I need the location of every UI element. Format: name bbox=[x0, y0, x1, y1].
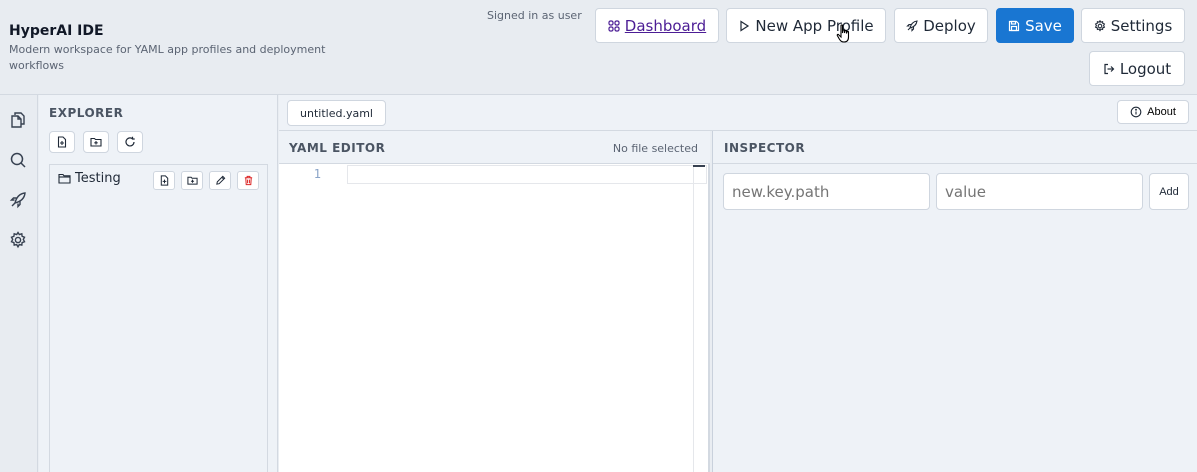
folder-icon bbox=[58, 173, 71, 184]
refresh-icon bbox=[125, 136, 135, 147]
deploy-button[interactable]: Deploy bbox=[894, 8, 988, 43]
about-label: About bbox=[1147, 106, 1176, 118]
row-rename-button[interactable] bbox=[209, 171, 231, 190]
inspector-header: INSPECTOR bbox=[713, 131, 1197, 164]
app-header: HyperAI IDE Modern workspace for YAML ap… bbox=[0, 0, 1197, 95]
tree-item-label: Testing bbox=[75, 171, 121, 186]
save-label: Save bbox=[1025, 16, 1062, 35]
logout-icon bbox=[1104, 63, 1115, 74]
row-delete-button[interactable] bbox=[237, 171, 259, 190]
save-icon bbox=[1008, 20, 1020, 31]
dashboard-label: Dashboard bbox=[624, 16, 707, 35]
file-tree: Testing bbox=[49, 164, 268, 472]
trash-icon bbox=[244, 175, 252, 186]
brand: HyperAI IDE Modern workspace for YAML ap… bbox=[9, 22, 369, 74]
search-icon[interactable] bbox=[8, 150, 28, 170]
code-editor-input[interactable] bbox=[347, 165, 707, 184]
tab-bar: untitled.yaml About bbox=[279, 95, 1197, 131]
pencil-icon bbox=[215, 175, 225, 185]
value-input[interactable] bbox=[936, 173, 1143, 210]
dashboard-icon bbox=[608, 19, 620, 32]
new-folder-icon bbox=[186, 176, 198, 185]
inspector-panel: INSPECTOR Add bbox=[712, 131, 1197, 472]
app-title: HyperAI IDE bbox=[9, 23, 104, 39]
row-new-file-button[interactable] bbox=[153, 171, 175, 190]
editor-header: YAML EDITOR No file selected bbox=[279, 131, 710, 164]
new-file-button[interactable] bbox=[49, 131, 75, 153]
editor-scrollbar[interactable] bbox=[693, 165, 705, 167]
editor-title: YAML EDITOR bbox=[289, 141, 386, 155]
settings-label: Settings bbox=[1110, 16, 1173, 35]
gear-icon[interactable] bbox=[8, 230, 28, 250]
files-icon[interactable] bbox=[8, 110, 28, 130]
line-number: 1 bbox=[313, 167, 321, 181]
signed-in-status: Signed in as user bbox=[487, 9, 582, 22]
editor-status: No file selected bbox=[612, 142, 698, 155]
tree-item-testing[interactable]: Testing bbox=[58, 171, 121, 186]
row-new-folder-button[interactable] bbox=[181, 171, 203, 190]
dashboard-button[interactable]: Dashboard bbox=[595, 8, 719, 43]
key-path-input[interactable] bbox=[723, 173, 930, 210]
app-subtitle: Modern workspace for YAML app profiles a… bbox=[9, 43, 326, 72]
hand-cursor-icon bbox=[836, 24, 850, 43]
new-file-icon bbox=[57, 136, 67, 148]
add-button[interactable]: Add bbox=[1149, 173, 1189, 210]
save-button[interactable]: Save bbox=[996, 8, 1074, 43]
new-file-icon bbox=[160, 175, 168, 186]
tab-untitled-yaml[interactable]: untitled.yaml bbox=[287, 100, 386, 126]
rocket-icon bbox=[906, 19, 918, 32]
editor-ruler bbox=[693, 165, 694, 472]
info-icon bbox=[1130, 106, 1142, 118]
settings-button[interactable]: Settings bbox=[1081, 8, 1185, 43]
deploy-label: Deploy bbox=[923, 16, 976, 35]
explorer-title: EXPLORER bbox=[49, 106, 124, 120]
new-folder-button[interactable] bbox=[83, 131, 109, 153]
yaml-editor-panel: YAML EDITOR No file selected 1 bbox=[279, 131, 710, 472]
play-icon bbox=[740, 19, 750, 32]
line-gutter: 1 bbox=[279, 165, 347, 472]
rocket-icon[interactable] bbox=[8, 190, 28, 210]
new-app-profile-label: New App Profile bbox=[755, 16, 874, 35]
new-app-profile-button[interactable]: New App Profile bbox=[726, 8, 886, 43]
new-folder-icon bbox=[90, 137, 102, 147]
activity-bar bbox=[0, 95, 38, 472]
logout-button[interactable]: Logout bbox=[1089, 51, 1185, 86]
refresh-button[interactable] bbox=[117, 131, 143, 153]
inspector-title: INSPECTOR bbox=[724, 141, 806, 155]
about-button[interactable]: About bbox=[1117, 100, 1189, 124]
explorer-panel: EXPLORER Testing bbox=[39, 95, 278, 472]
logout-label: Logout bbox=[1119, 59, 1172, 78]
gear-icon bbox=[1094, 19, 1105, 32]
